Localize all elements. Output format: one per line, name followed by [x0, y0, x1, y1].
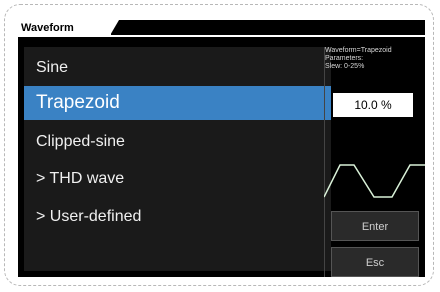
header-line	[18, 35, 425, 37]
menu-item-user-defined[interactable]: > User-defined	[24, 200, 331, 234]
menu-item-sine[interactable]: Sine	[24, 51, 331, 85]
esc-button[interactable]: Esc	[331, 247, 419, 277]
info-waveform-text: Waveform=Trapezoid	[325, 47, 392, 54]
parameter-info: Waveform=Trapezoid Parameters: Slew: 0-2…	[325, 47, 425, 95]
info-slew-text: Slew: 0-25%	[325, 63, 365, 70]
enter-button[interactable]: Enter	[331, 211, 419, 241]
waveform-menu: Sine Trapezoid Clipped-sine > THD wave >…	[24, 47, 331, 271]
menu-item-thd-wave[interactable]: > THD wave	[24, 162, 331, 196]
menu-item-trapezoid[interactable]: Trapezoid	[24, 86, 331, 120]
parameter-panel: Waveform=Trapezoid Parameters: Slew: 0-2…	[320, 47, 425, 277]
trapezoid-wave-icon	[324, 164, 425, 198]
display-screen: Waveform Sine Trapezoid Clipped-sine > T…	[18, 20, 425, 277]
menu-item-clipped-sine[interactable]: Clipped-sine	[24, 125, 331, 159]
info-parameters-text: Parameters:	[325, 55, 364, 62]
slew-value-field[interactable]: 10.0 %	[333, 93, 413, 117]
